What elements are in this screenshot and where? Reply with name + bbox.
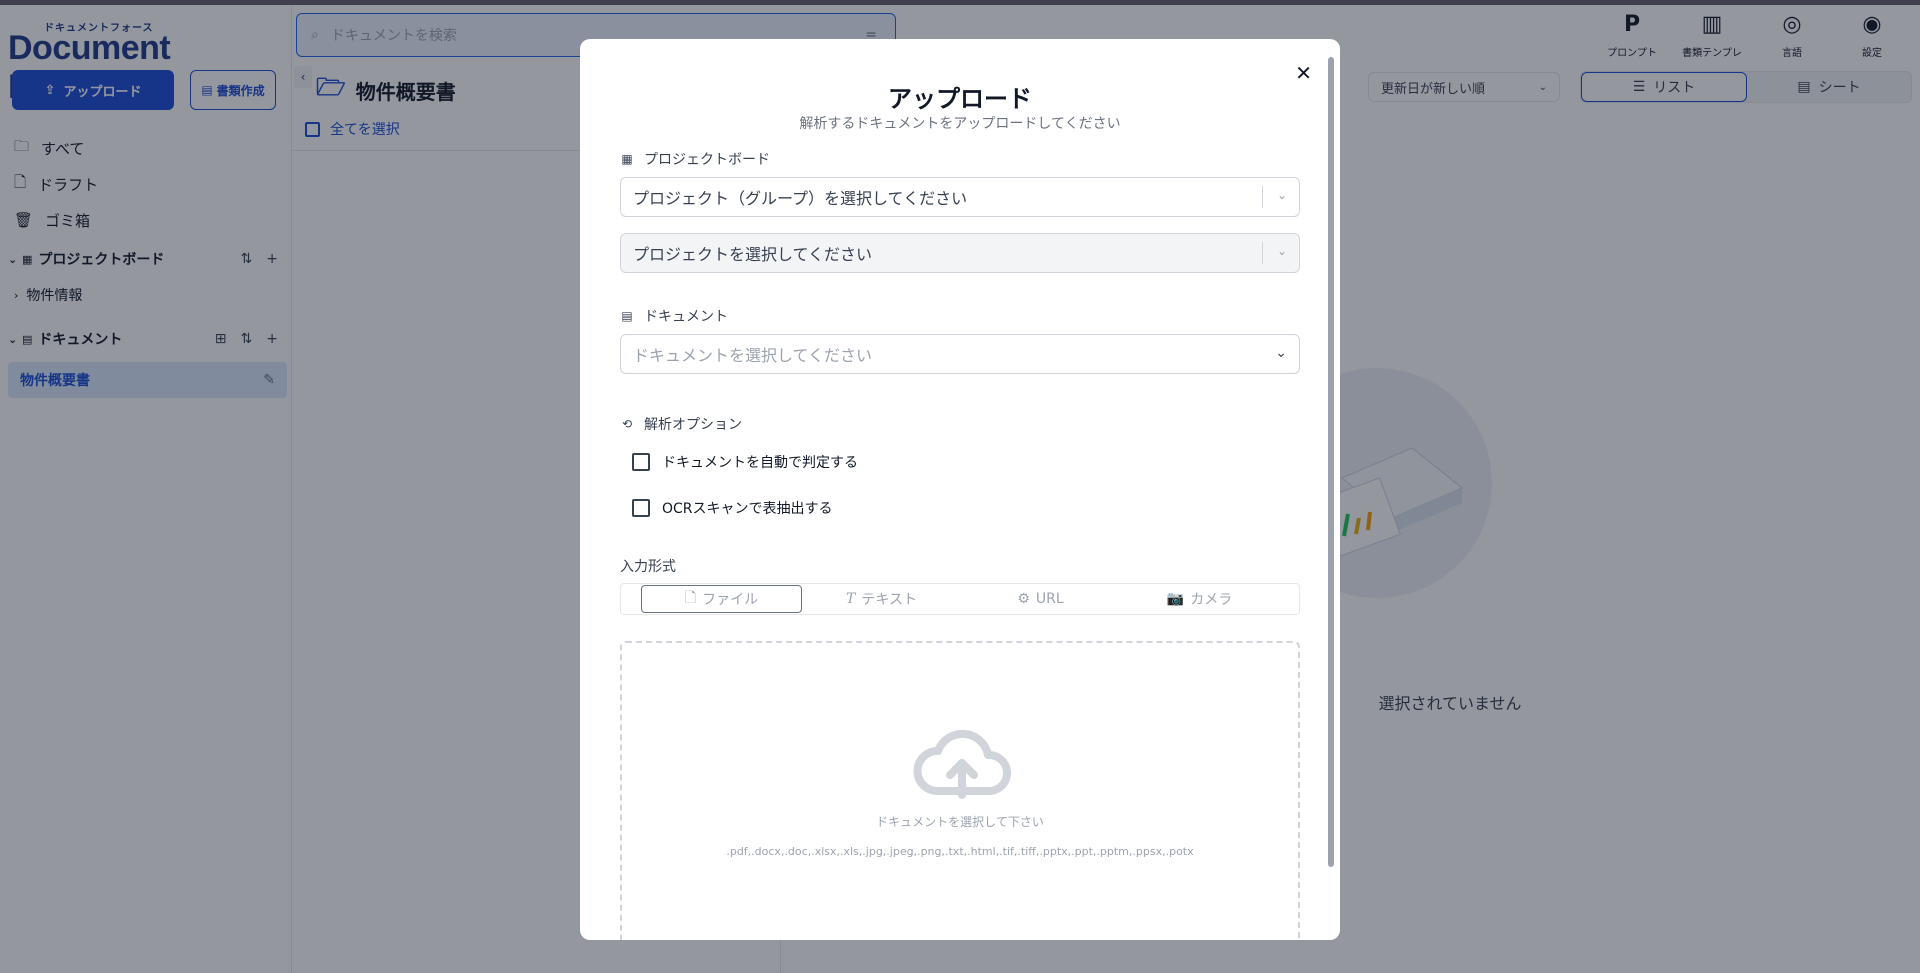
tab-url[interactable]: ⚙ URL [961, 584, 1120, 614]
grid-icon: ▦ [621, 152, 633, 166]
tab-text[interactable]: T テキスト [802, 584, 961, 614]
ocr-table-checkbox[interactable]: OCRスキャンで表抽出する [632, 498, 833, 518]
upload-modal: ✕ アップロード 解析するドキュメントをアップロードしてください ▦ プロジェク… [580, 39, 1340, 940]
divider [1262, 186, 1263, 208]
auto-detect-label: ドキュメントを自動で判定する [662, 455, 858, 471]
project-placeholder: プロジェクトを選択してください [633, 245, 873, 264]
document-placeholder: ドキュメントを選択してください [633, 346, 873, 365]
document-label-text: ドキュメント [644, 309, 728, 325]
project-board-label: ▦ プロジェクトボード [620, 149, 770, 169]
project-group-select[interactable]: プロジェクト（グループ）を選択してください ⌄ [620, 177, 1300, 217]
tab-file[interactable]: 🗋 ファイル [641, 585, 802, 613]
modal-subtitle: 解析するドキュメントをアップロードしてください [799, 116, 1121, 132]
input-format-tabs: 🗋 ファイル T テキスト ⚙ URL 📷 カメラ [620, 583, 1300, 615]
input-format-label: 入力形式 [620, 556, 676, 576]
text-icon: T [846, 591, 856, 607]
link-icon: ⚙ [1017, 591, 1030, 607]
tab-camera[interactable]: 📷 カメラ [1120, 584, 1279, 614]
chevron-down-icon: ⌄ [1276, 244, 1287, 258]
camera-icon: 📷 [1166, 591, 1185, 607]
tab-label: ファイル [702, 592, 759, 608]
ocr-table-label: OCRスキャンで表抽出する [662, 501, 833, 517]
project-group-placeholder: プロジェクト（グループ）を選択してください [633, 189, 968, 208]
checkbox-icon [632, 499, 650, 517]
auto-detect-checkbox[interactable]: ドキュメントを自動で判定する [632, 452, 858, 472]
tab-label: テキスト [861, 592, 917, 608]
accepted-file-types: .pdf,.docx,.doc,.xlsx,.xls,.jpg,.jpeg,.p… [726, 845, 1194, 858]
chevron-down-icon: ⌄ [1276, 188, 1287, 202]
document-label: ▤ ドキュメント [620, 306, 728, 326]
cloud-upload-icon [913, 729, 1012, 799]
file-icon: 🗋 [684, 590, 697, 606]
analysis-icon: ⟲ [621, 417, 633, 431]
analysis-options-text: 解析オプション [644, 417, 742, 433]
divider [1262, 242, 1263, 264]
document-select[interactable]: ドキュメントを選択してください ⌄ [620, 334, 1300, 374]
project-select[interactable]: プロジェクトを選択してください ⌄ [620, 233, 1300, 273]
project-board-label-text: プロジェクトボード [644, 152, 770, 168]
tab-label: カメラ [1190, 592, 1233, 608]
input-format-text: 入力形式 [620, 559, 676, 575]
modal-title: アップロード [888, 85, 1032, 113]
tab-label: URL [1035, 591, 1064, 607]
file-dropzone[interactable]: ドキュメントを選択して下さい .pdf,.docx,.doc,.xlsx,.xl… [620, 641, 1300, 940]
chevron-down-icon: ⌄ [1275, 345, 1287, 361]
analysis-options-label: ⟲ 解析オプション [620, 414, 742, 434]
dropzone-text: ドキュメントを選択して下さい [876, 815, 1044, 829]
modal-scrollbar[interactable] [1328, 57, 1334, 867]
document-icon: ▤ [621, 309, 633, 323]
checkbox-icon [632, 453, 650, 471]
